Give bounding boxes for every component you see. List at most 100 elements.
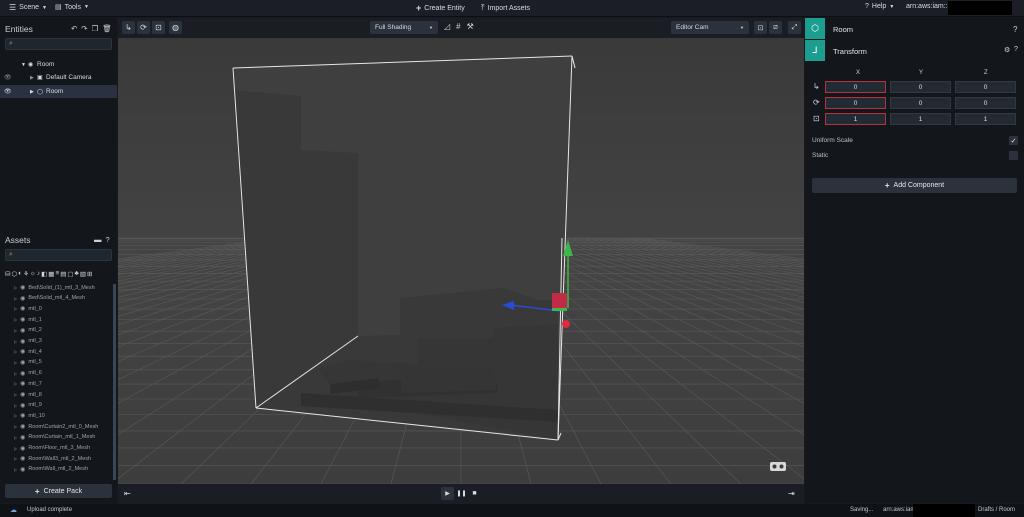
entity-row-room-root[interactable]: ▼ ◉ Room <box>0 58 117 71</box>
asset-list-item[interactable]: ▷ ◉ mtl_7 <box>14 380 42 388</box>
expand-arrow-icon[interactable]: ▷ <box>14 403 17 408</box>
duplicate-icon[interactable]: ❐ <box>92 24 99 33</box>
account-label[interactable]: arn:aws:iam:: <box>906 3 948 10</box>
asset-list-item[interactable]: ▷ ◉ mtl_3 <box>14 338 42 345</box>
asset-list-item[interactable]: ▷ ◉ Room\Floor_mtl_3_Mesh <box>14 445 90 452</box>
asset-list-item[interactable]: ▷ ◉ mtl_8 <box>14 391 42 399</box>
asset-list-item[interactable]: ▷ ◉ mtl_6 <box>14 370 42 377</box>
light-filter-icon[interactable]: ☼ <box>30 270 36 279</box>
snap-icon[interactable]: ◿ <box>444 22 450 31</box>
collapse-right-icon[interactable]: ⇥ <box>788 489 795 498</box>
transform-tab[interactable]: ⅃ <box>805 40 825 61</box>
scale-tool-button[interactable]: ⊡ <box>152 21 165 34</box>
audio-filter-icon[interactable]: ♪ <box>37 270 40 279</box>
camera-select[interactable]: Editor Cam ▼ <box>671 21 749 34</box>
translate-tool-button[interactable]: ↳ <box>122 21 135 34</box>
sprite-filter-icon[interactable]: ♣ <box>75 270 79 279</box>
expand-arrow-icon[interactable]: ▷ <box>14 306 17 311</box>
asset-list-item[interactable]: ▷ ◉ mtl_5 <box>14 359 42 366</box>
stop-button[interactable]: ■ <box>468 487 481 500</box>
expand-arrow-icon[interactable]: ▷ <box>14 360 17 365</box>
tools-menu[interactable]: ▤ Tools ▼ <box>55 3 89 12</box>
add-component-button[interactable]: + Add Component <box>812 178 1017 193</box>
all-filter-icon[interactable]: ⛁ <box>5 270 10 279</box>
eye-icon[interactable]: 👁 <box>4 88 12 95</box>
mesh-filter-icon[interactable]: ⬡ <box>11 270 17 279</box>
pause-button[interactable]: ❚❚ <box>455 487 468 500</box>
asset-list-item[interactable]: ▷ ◉ Room\Wall3_mtl_2_Mesh <box>14 455 91 463</box>
help-menu[interactable]: ? Help ▼ <box>865 3 894 10</box>
asset-list-item[interactable]: ▷ ◉ mtl_9 <box>14 402 42 409</box>
expand-arrow-icon[interactable]: ▷ <box>14 339 17 344</box>
grid-icon[interactable]: # <box>456 22 460 31</box>
asset-list-item[interactable]: ▷ ◉ mtl_4 <box>14 348 42 356</box>
entities-search-input[interactable]: ⌕ <box>5 38 112 50</box>
assets-scrollbar[interactable] <box>113 284 116 480</box>
asset-list-item[interactable]: ▷ ◉ mtl_1 <box>14 316 42 324</box>
expand-arrow-icon[interactable]: ▶ <box>30 89 34 95</box>
asset-list-item[interactable]: ▷ ◉ mtl_2 <box>14 327 42 334</box>
position-y-field[interactable]: 0 <box>890 81 951 93</box>
scale-y-field[interactable]: 1 <box>890 113 951 125</box>
position-z-field[interactable]: 0 <box>955 81 1016 93</box>
cube-filter-icon[interactable]: ▢ <box>67 270 73 279</box>
help-icon[interactable]: ? <box>106 235 110 244</box>
help-icon[interactable]: ? <box>1013 25 1017 34</box>
expand-arrow-icon[interactable]: ▷ <box>14 392 17 397</box>
grid-filter-icon[interactable]: ⊞ <box>87 270 92 279</box>
static-checkbox[interactable] <box>1009 151 1018 160</box>
expand-arrow-icon[interactable]: ▶ <box>30 75 34 81</box>
fullscreen-button[interactable]: ⤢ <box>788 21 801 34</box>
asset-list-item[interactable]: ▷ ◉ Room\Wall_mtl_2_Mesh <box>14 466 88 473</box>
expand-arrow-icon[interactable]: ▷ <box>14 328 17 333</box>
asset-list-item[interactable]: ▷ ◉ mtl_0 <box>14 305 42 313</box>
import-assets-button[interactable]: ⤒ Import Assets <box>481 3 530 13</box>
rotate-tool-button[interactable]: ⟳ <box>137 21 150 34</box>
asset-list-item[interactable]: ▷ ◉ Bed\Solid_mtl_4_Mesh <box>14 295 85 302</box>
texture-filter-icon[interactable]: ▦ <box>48 270 54 279</box>
gizmo-center-handle[interactable] <box>552 293 567 308</box>
entity-tab[interactable]: ⬡ <box>805 18 825 39</box>
align-view-button[interactable]: ⧄ <box>769 21 782 34</box>
help-icon[interactable]: ? <box>1014 46 1018 53</box>
material-filter-icon[interactable]: ◐ <box>18 270 22 279</box>
expand-arrow-icon[interactable]: ▷ <box>14 446 17 451</box>
asset-list-item[interactable]: ▷ ◉ mtl_10 <box>14 412 45 420</box>
scene-canvas[interactable] <box>118 38 804 484</box>
scene-viewport[interactable] <box>118 38 804 484</box>
asset-list-item[interactable]: ▷ ◉ Room\Curtain2_mtl_0_Mesh <box>14 423 98 431</box>
gizmo-z-handle[interactable] <box>562 320 570 328</box>
play-button[interactable]: ▶ <box>441 487 454 500</box>
shading-select[interactable]: Full Shading ▼ <box>370 21 438 34</box>
scale-z-field[interactable]: 1 <box>955 113 1016 125</box>
expand-arrow-icon[interactable]: ▷ <box>14 285 17 290</box>
expand-arrow-icon[interactable]: ▷ <box>14 467 17 472</box>
status-breadcrumb[interactable]: Drafts / Room <box>978 507 1015 513</box>
code-filter-icon[interactable]: ▤ <box>60 270 66 279</box>
expand-arrow-icon[interactable]: ▷ <box>14 296 17 301</box>
expand-arrow-icon[interactable]: ▷ <box>14 371 17 376</box>
gear-icon[interactable]: ⚙ <box>1004 46 1010 54</box>
assets-search-input[interactable]: ⌕ <box>5 249 112 261</box>
rotation-z-field[interactable]: 0 <box>955 97 1016 109</box>
expand-arrow-icon[interactable]: ▷ <box>14 349 17 354</box>
room-model[interactable] <box>233 56 572 440</box>
create-entity-button[interactable]: + Create Entity <box>416 3 465 13</box>
create-pack-button[interactable]: + Create Pack <box>5 484 112 498</box>
asset-list-item[interactable]: ▷ ◉ Bed\Solid_(1)_mtl_3_Mesh <box>14 284 95 292</box>
entity-row-default-camera[interactable]: 👁 ▶ ▣ Default Camera <box>0 71 117 84</box>
undo-icon[interactable]: ↶ <box>71 24 77 33</box>
expand-arrow-icon[interactable]: ▷ <box>14 424 17 429</box>
global-space-button[interactable]: ◍ <box>169 21 182 34</box>
gizmo-plane-handle[interactable] <box>552 308 567 311</box>
text-filter-icon[interactable]: ≡ <box>55 270 59 279</box>
folder-icon[interactable]: ▬ <box>94 235 102 244</box>
collapse-left-icon[interactable]: ⇤ <box>124 489 131 498</box>
wrench-icon[interactable]: ⚒ <box>467 22 474 31</box>
animation-filter-icon[interactable]: ⚘ <box>23 270 29 279</box>
focus-button[interactable]: ⊡ <box>754 21 767 34</box>
delete-icon[interactable]: 🗑 <box>102 24 112 33</box>
expand-arrow-icon[interactable]: ▷ <box>14 381 17 386</box>
expand-arrow-icon[interactable]: ▷ <box>14 317 17 322</box>
collapse-arrow-icon[interactable]: ▼ <box>21 62 26 68</box>
